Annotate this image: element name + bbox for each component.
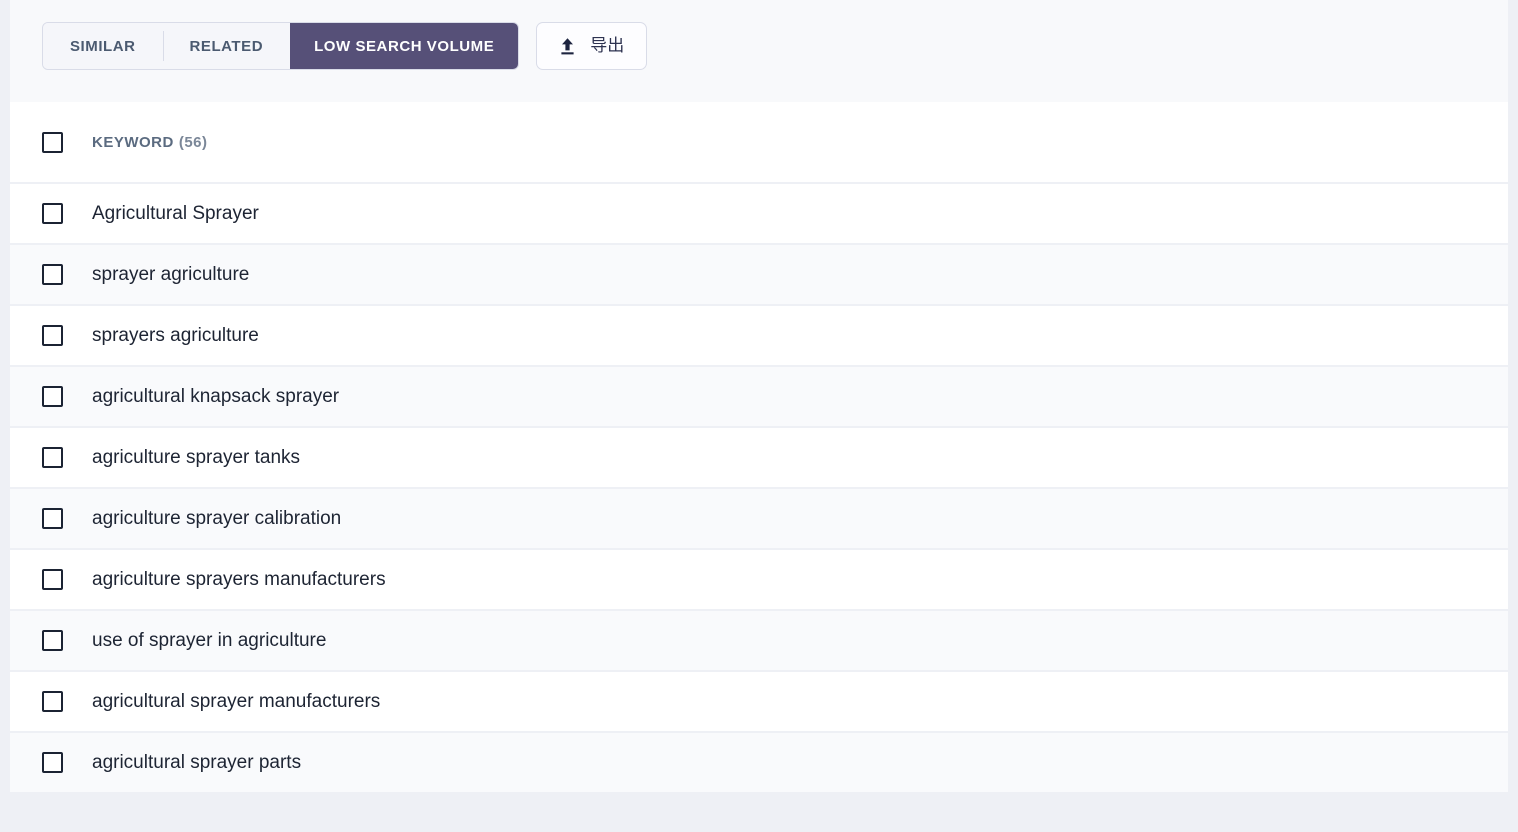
keyword-text: sprayer agriculture: [92, 263, 250, 285]
table-row[interactable]: agriculture sprayer calibration: [10, 489, 1508, 550]
view-tab-group: SIMILAR RELATED LOW SEARCH VOLUME: [42, 22, 520, 70]
keyword-text: agriculture sprayer tanks: [92, 446, 301, 468]
row-checkbox[interactable]: [42, 508, 63, 529]
tab-related-label: RELATED: [189, 37, 264, 55]
row-checkbox[interactable]: [42, 752, 63, 773]
keyword-column-count: (56): [178, 133, 208, 151]
keyword-column-header: KEYWORD (56): [92, 134, 208, 151]
row-checkbox[interactable]: [42, 630, 63, 651]
table-row[interactable]: use of sprayer in agriculture: [10, 611, 1508, 672]
tab-similar[interactable]: SIMILAR: [43, 23, 163, 69]
keyword-text: agriculture sprayer calibration: [92, 507, 342, 529]
select-all-checkbox[interactable]: [42, 131, 63, 153]
tab-related[interactable]: RELATED: [162, 23, 291, 69]
table-row[interactable]: agriculture sprayers manufacturers: [10, 550, 1508, 611]
table-row[interactable]: agriculture sprayer tanks: [10, 428, 1508, 489]
keyword-column-title: KEYWORD: [92, 133, 174, 151]
upload-icon: [559, 37, 576, 56]
row-checkbox[interactable]: [42, 386, 63, 407]
row-checkbox[interactable]: [42, 264, 63, 285]
keyword-text: agricultural sprayer parts: [92, 751, 302, 773]
export-button-label: 导出: [590, 35, 625, 56]
row-checkbox[interactable]: [42, 691, 63, 712]
table-row[interactable]: sprayers agriculture: [10, 306, 1508, 367]
row-checkbox[interactable]: [42, 569, 63, 590]
keyword-list-header: KEYWORD (56): [10, 102, 1508, 184]
table-row[interactable]: agricultural knapsack sprayer: [10, 367, 1508, 428]
row-checkbox[interactable]: [42, 203, 63, 224]
table-row[interactable]: agricultural sprayer parts: [10, 733, 1508, 794]
tab-low-search-volume[interactable]: LOW SEARCH VOLUME: [290, 23, 519, 69]
table-row[interactable]: Agricultural Sprayer: [10, 184, 1508, 245]
keyword-text: use of sprayer in agriculture: [92, 629, 327, 651]
row-checkbox[interactable]: [42, 325, 63, 346]
tab-low-search-volume-label: LOW SEARCH VOLUME: [314, 37, 495, 55]
keyword-text: agricultural sprayer manufacturers: [92, 690, 381, 712]
export-button[interactable]: 导出: [536, 22, 648, 70]
keyword-text: agriculture sprayers manufacturers: [92, 568, 386, 590]
tab-similar-label: SIMILAR: [70, 37, 136, 55]
toolbar: SIMILAR RELATED LOW SEARCH VOLUME 导出: [10, 0, 1508, 102]
table-row[interactable]: sprayer agriculture: [10, 245, 1508, 306]
keyword-text: sprayers agriculture: [92, 324, 259, 346]
table-row[interactable]: agricultural sprayer manufacturers: [10, 672, 1508, 733]
keyword-explorer-panel: SIMILAR RELATED LOW SEARCH VOLUME 导出 KEY…: [0, 0, 1518, 832]
keyword-text: agricultural knapsack sprayer: [92, 385, 340, 407]
row-checkbox[interactable]: [42, 447, 63, 468]
toolbar-controls: SIMILAR RELATED LOW SEARCH VOLUME 导出: [42, 22, 648, 70]
keyword-list: KEYWORD (56) Agricultural Sprayer sprayer…: [10, 102, 1508, 794]
keyword-text: Agricultural Sprayer: [92, 202, 259, 224]
